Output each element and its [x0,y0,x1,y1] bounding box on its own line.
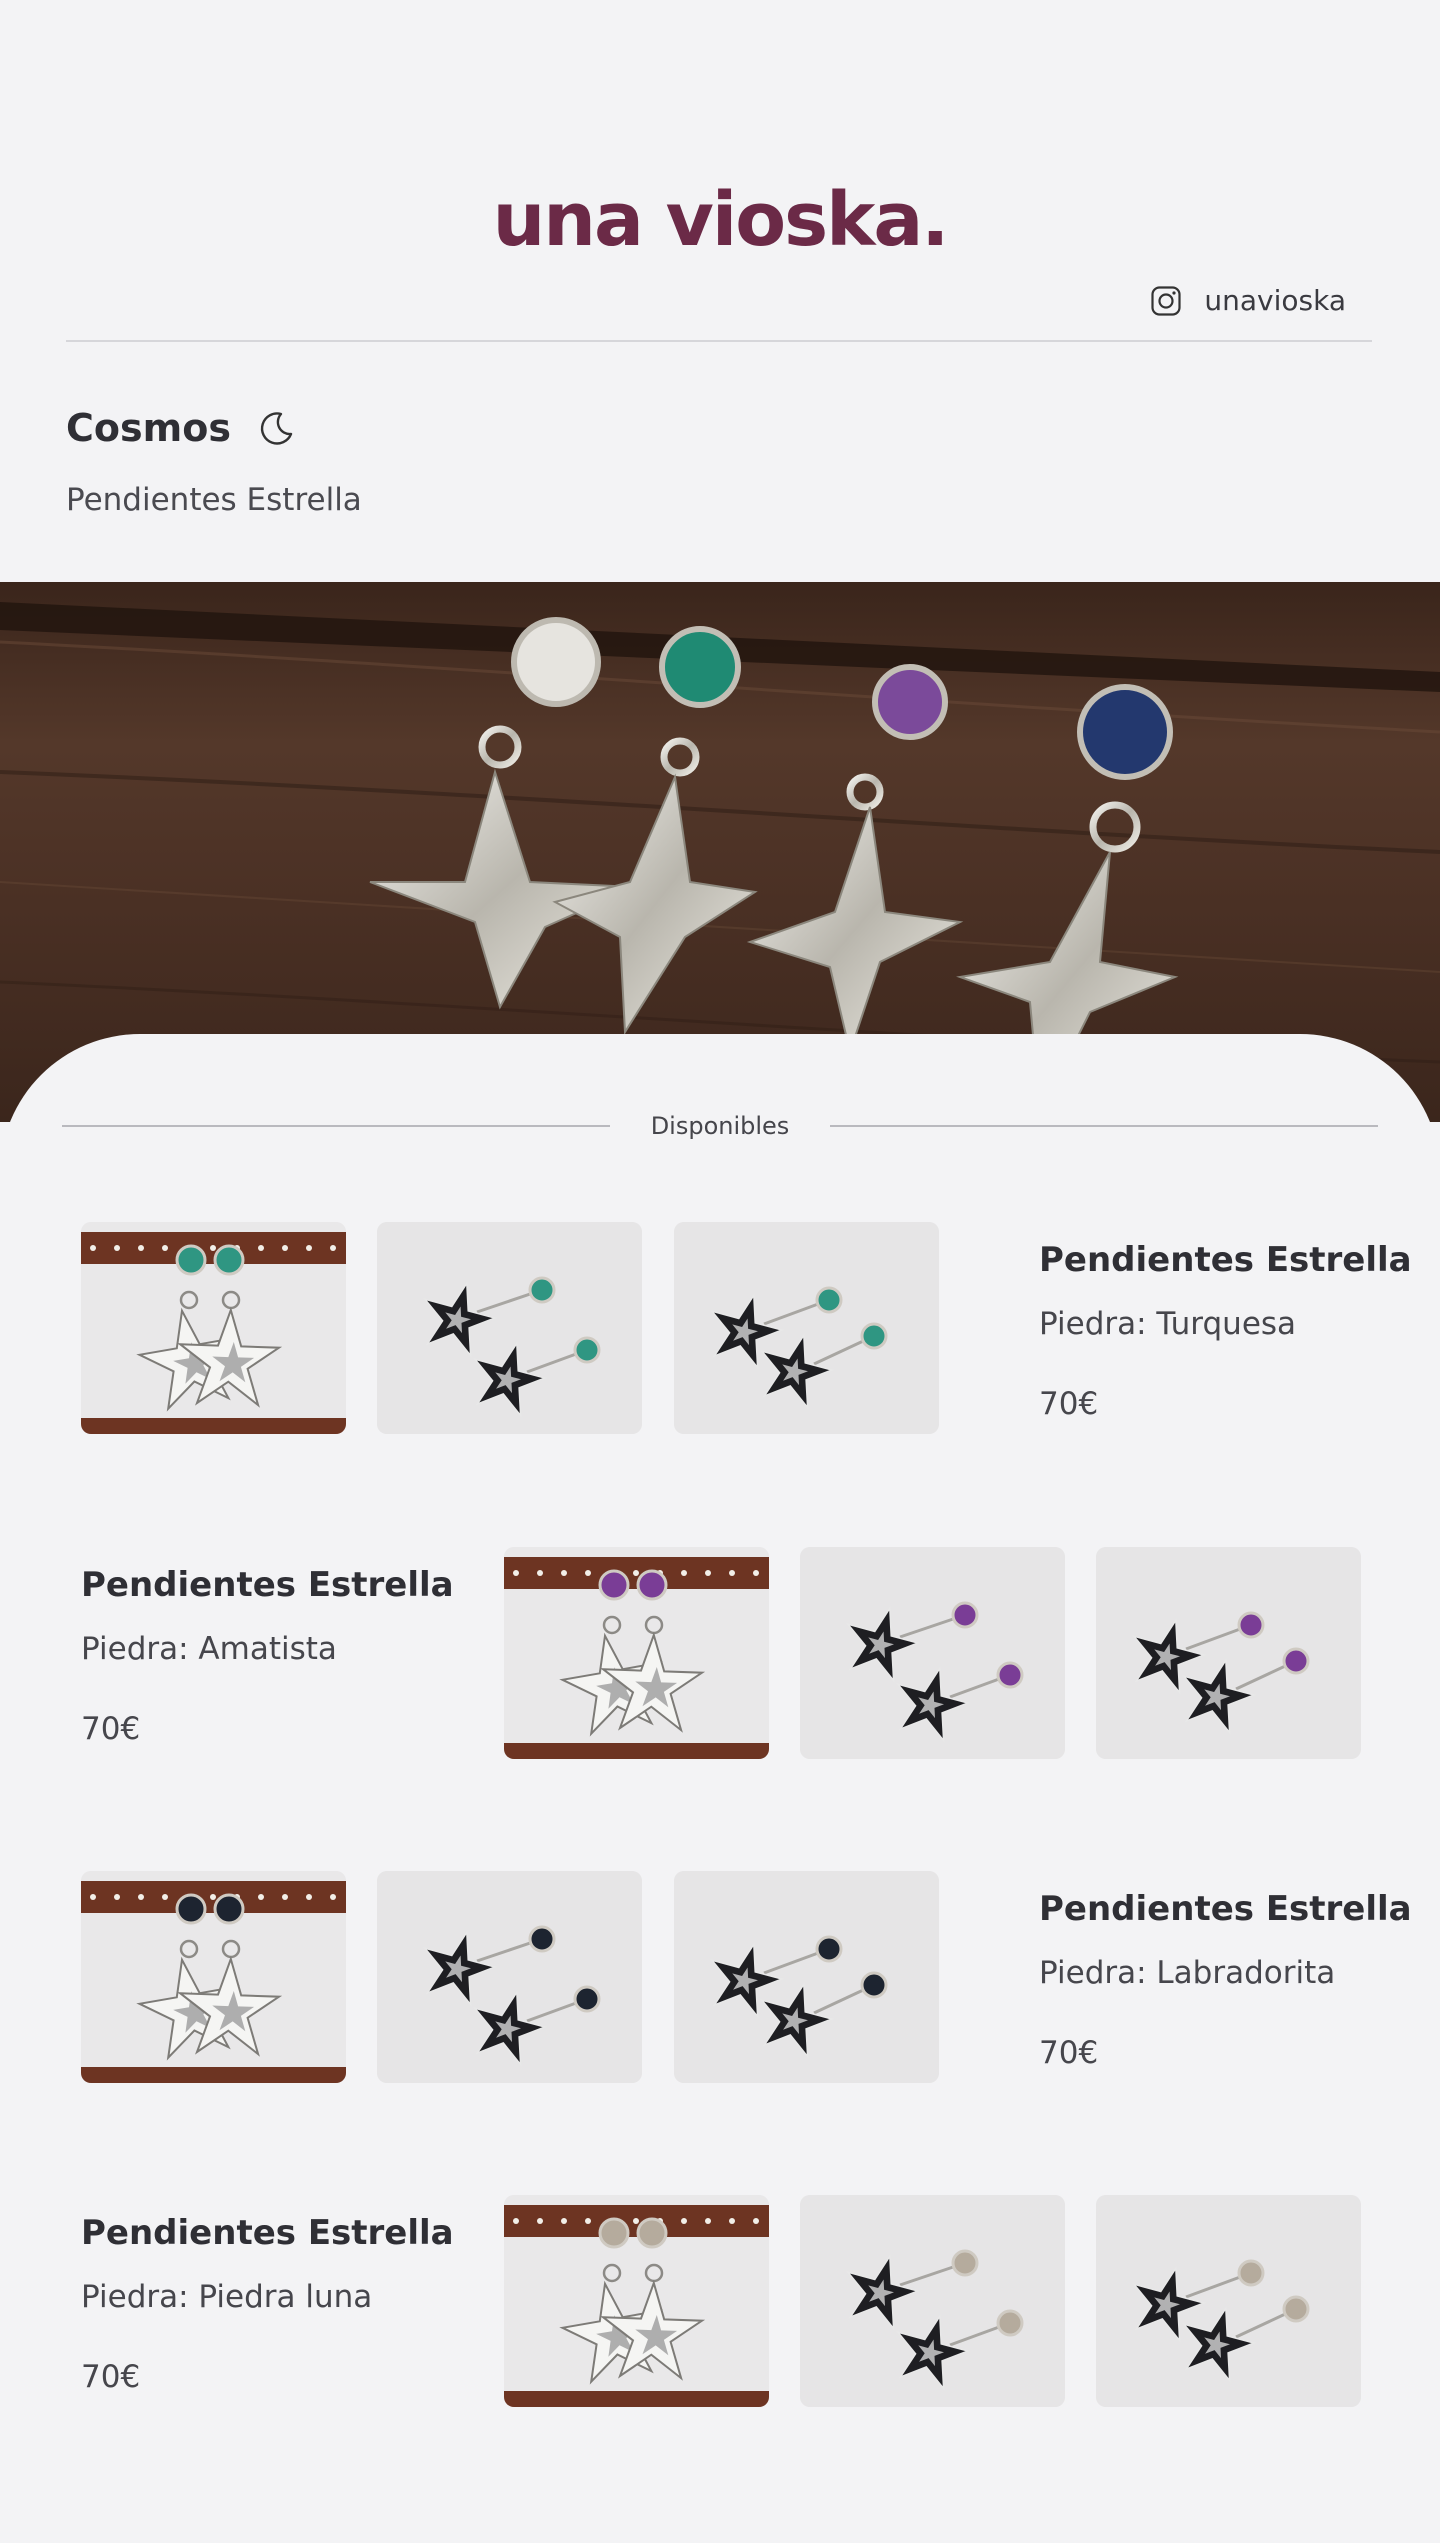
instagram-handle: unavioska [1204,284,1346,317]
collection-subtitle: Pendientes Estrella [66,482,362,518]
product-thumbnail[interactable] [81,1871,346,2083]
collection-heading: Cosmos [66,406,297,450]
moon-icon [260,412,293,445]
product-thumbnail[interactable] [504,2195,769,2407]
available-section-header: Disponibles [0,1108,1440,1144]
product-thumbnail[interactable] [81,1222,346,1434]
product-stone: Piedra: Turquesa [1039,1306,1297,1342]
product-name[interactable]: Pendientes Estrella [1039,1889,1412,1929]
product-name[interactable]: Pendientes Estrella [81,1565,454,1605]
product-name[interactable]: Pendientes Estrella [81,2213,454,2253]
product-thumbnail[interactable] [674,1871,939,2083]
product-row: Pendientes Estrella Piedra: Amatista 70€ [0,1547,1440,1759]
brand-logo[interactable]: una vioska. [0,170,1440,270]
product-thumbnail[interactable] [800,1547,1065,1759]
product-stone: Piedra: Amatista [81,1631,337,1667]
product-stone: Piedra: Labradorita [1039,1955,1336,1991]
product-price: 70€ [81,1711,141,1747]
product-row: Pendientes Estrella Piedra: Piedra luna 70… [0,2195,1440,2407]
product-thumbnail[interactable] [504,1547,769,1759]
product-price: 70€ [1039,2035,1099,2071]
section-label: Disponibles [650,1112,790,1140]
product-thumbnail[interactable] [377,1222,642,1434]
product-thumbnail[interactable] [1096,2195,1361,2407]
product-name[interactable]: Pendientes Estrella [1039,1240,1412,1280]
product-price: 70€ [1039,1386,1099,1422]
product-thumbnail[interactable] [674,1222,939,1434]
instagram-link[interactable]: unavioska [1150,284,1346,317]
product-thumbnail[interactable] [377,1871,642,2083]
collection-title: Cosmos [66,406,231,450]
instagram-icon [1151,285,1181,316]
divider-right [830,1125,1378,1127]
divider-left [62,1125,610,1127]
product-thumbnail[interactable] [800,2195,1065,2407]
product-row: Pendientes Estrella Piedra: Labradorita 70… [0,1871,1440,2083]
product-row: Pendientes Estrella Piedra: Turquesa 70€ [0,1222,1440,1434]
header-divider [66,340,1372,342]
product-stone: Piedra: Piedra luna [81,2279,373,2315]
product-price: 70€ [81,2359,141,2395]
product-thumbnail[interactable] [1096,1547,1361,1759]
